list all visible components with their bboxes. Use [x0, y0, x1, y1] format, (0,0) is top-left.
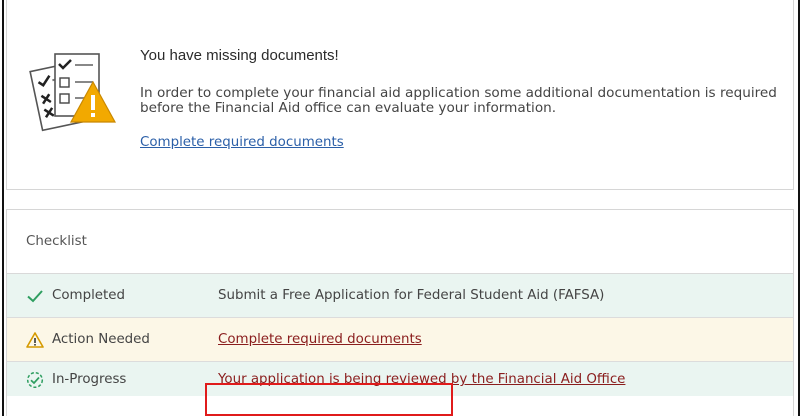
complete-required-documents-link[interactable]: Complete required documents [140, 135, 344, 150]
status-label: Completed [52, 288, 126, 303]
checklist-row-action-needed: Action Needed Complete required document… [7, 318, 793, 362]
in-progress-check-icon [26, 371, 44, 389]
checklist-row-completed: Completed Submit a Free Application for … [7, 274, 793, 318]
highlight-annotation-box [205, 383, 453, 416]
task-text: Submit a Free Application for Federal St… [218, 288, 605, 303]
document-warning-icon [29, 53, 117, 132]
checklist-header: Checklist [7, 210, 793, 274]
complete-required-documents-task-link[interactable]: Complete required documents [218, 332, 422, 347]
status-label: Action Needed [52, 332, 150, 347]
warning-icon [26, 332, 44, 348]
alert-title: You have missing documents! [140, 47, 339, 64]
status-label: In-Progress [52, 372, 127, 387]
alert-message: In order to complete your financial aid … [140, 85, 777, 116]
missing-documents-alert: You have missing documents! In order to … [6, 0, 794, 190]
check-icon [27, 290, 43, 303]
